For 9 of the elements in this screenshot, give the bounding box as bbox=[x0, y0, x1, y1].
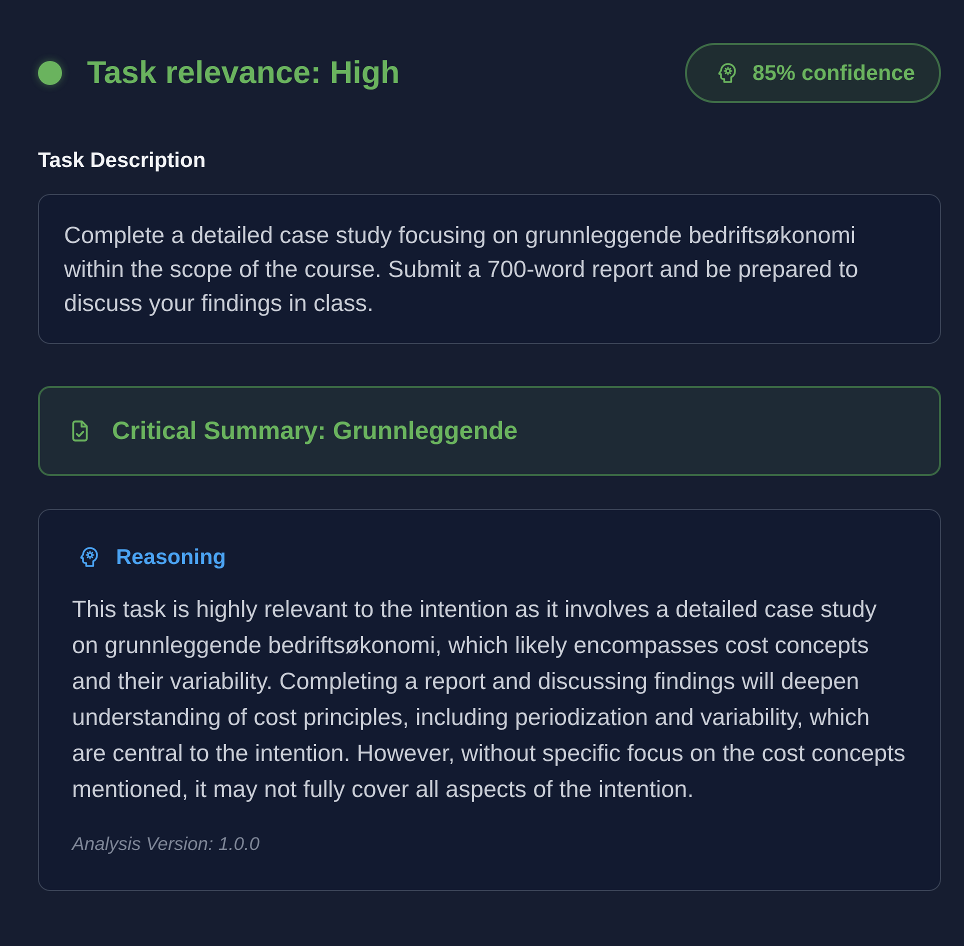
reasoning-text: This task is highly relevant to the intention as it involves a detailed case study on grunnleggende bedriftsøkonomi, which likely encompasses cost concepts and their variability. Completing a report and discussing findings will deepen understanding of cost principles, including periodization and variability, which are central to the intention. However, without specific focus on the cost concepts mentioned, it may not fully cover all aspects of the intention. bbox=[72, 595, 906, 804]
confidence-label: 85% confidence bbox=[752, 60, 915, 86]
summary-title: Critical Summary: Grunnleggende bbox=[112, 416, 518, 446]
status-dot-icon bbox=[38, 60, 62, 85]
version-text: Analysis Version: 1.0.0 bbox=[72, 832, 260, 856]
section-heading: Task Description bbox=[38, 148, 207, 173]
description-text: Complete a detailed case study focusing on grunnleggende bedriftsøkonomi within the scope of the course. Submit a 700-word report and be prepared to discuss your findings in class. bbox=[64, 221, 860, 318]
relevance-title: Task relevance: High bbox=[87, 54, 400, 92]
reasoning-heading: Reasoning bbox=[116, 544, 226, 570]
